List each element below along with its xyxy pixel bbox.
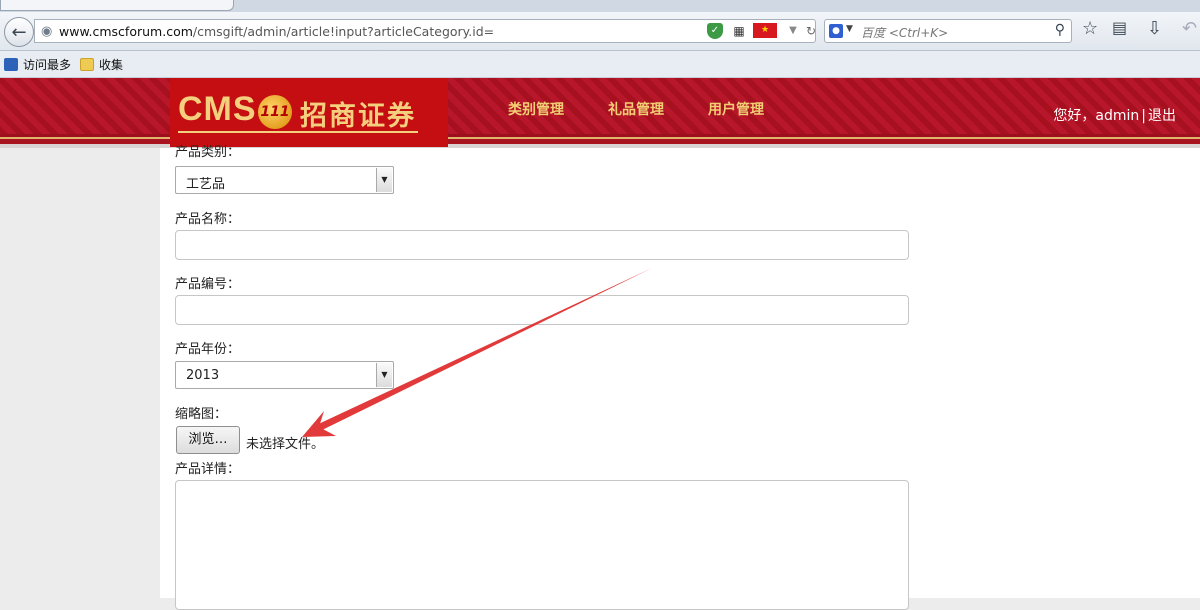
year-select-value: 2013	[186, 368, 220, 383]
folder-icon	[80, 58, 94, 71]
user-area: 您好，admin | 退出	[1053, 105, 1176, 125]
search-placeholder: 百度 <Ctrl+K>	[861, 26, 949, 40]
reading-list-icon[interactable]: ▤	[1112, 18, 1127, 37]
search-icon[interactable]: ⚲	[1055, 22, 1065, 38]
bookmarks-bar: 访问最多 收集	[0, 51, 1200, 78]
browse-file-button[interactable]: 浏览…	[176, 426, 240, 454]
nav-user-management[interactable]: 用户管理	[708, 99, 764, 119]
tab-strip	[0, 0, 1200, 12]
product-year-label: 产品年份：	[175, 342, 241, 357]
thumbnail-label: 缩略图：	[175, 407, 228, 422]
logo-badge-icon: 111	[258, 95, 292, 129]
browser-tab[interactable]	[0, 0, 234, 11]
back-button[interactable]: ←	[4, 17, 34, 47]
url-text: www.cmscforum.com/cmsgift/admin/article!…	[59, 24, 495, 39]
qr-code-icon[interactable]: ▦	[731, 23, 747, 39]
category-select[interactable]: 工艺品 ▼	[175, 166, 394, 194]
user-separator: |	[1141, 108, 1146, 124]
logo-cms-text: CMS	[178, 90, 257, 128]
product-code-input[interactable]	[175, 295, 909, 325]
product-name-input[interactable]	[175, 230, 909, 260]
nav-gift-management[interactable]: 礼品管理	[608, 99, 664, 119]
logo-underline	[178, 131, 418, 133]
browser-navbar: ← ◉ www.cmscforum.com/cmsgift/admin/arti…	[0, 12, 1200, 51]
nav-category-management[interactable]: 类别管理	[508, 99, 564, 119]
download-icon[interactable]: ⇩	[1147, 18, 1162, 39]
logo-brand-text: 招商证券	[300, 101, 416, 132]
username-link[interactable]: admin	[1095, 108, 1139, 124]
chevron-down-icon[interactable]: ▼	[376, 168, 392, 192]
category-select-value: 工艺品	[186, 177, 226, 192]
address-bar[interactable]: ◉ www.cmscforum.com/cmsgift/admin/articl…	[34, 19, 816, 43]
undo-icon[interactable]: ↶	[1182, 18, 1197, 39]
logout-link[interactable]: 退出	[1148, 108, 1176, 124]
file-status-text: 未选择文件。	[246, 437, 325, 452]
most-visited-icon	[4, 58, 18, 71]
url-dropdown-icon[interactable]: ▼	[785, 23, 801, 39]
reload-icon[interactable]: ↻	[803, 23, 819, 39]
china-flag-icon[interactable]: ★	[753, 23, 777, 38]
category-label: 产品类别：	[175, 145, 241, 160]
product-detail-label: 产品详情：	[175, 462, 241, 477]
year-select[interactable]: 2013 ▼	[175, 361, 394, 389]
bookmark-most-visited[interactable]: 访问最多	[4, 56, 71, 73]
greeting-text: 您好，	[1053, 108, 1096, 124]
product-name-label: 产品名称：	[175, 212, 241, 227]
baidu-engine-icon[interactable]: ●	[829, 24, 843, 38]
security-shield-icon[interactable]: ✓	[707, 23, 723, 39]
bookmark-star-icon[interactable]: ☆	[1082, 18, 1098, 39]
globe-icon: ◉	[41, 24, 53, 39]
back-arrow-icon: ←	[11, 21, 27, 43]
bookmark-collection[interactable]: 收集	[80, 56, 123, 73]
search-bar[interactable]: ● ▼ 百度 <Ctrl+K> ⚲	[824, 19, 1072, 43]
product-code-label: 产品编号：	[175, 277, 241, 292]
product-detail-textarea[interactable]	[175, 480, 909, 610]
site-logo[interactable]: CMS 111 招商证券	[170, 78, 448, 147]
engine-dropdown-icon[interactable]: ▼	[846, 24, 853, 34]
chevron-down-icon[interactable]: ▼	[376, 363, 392, 387]
